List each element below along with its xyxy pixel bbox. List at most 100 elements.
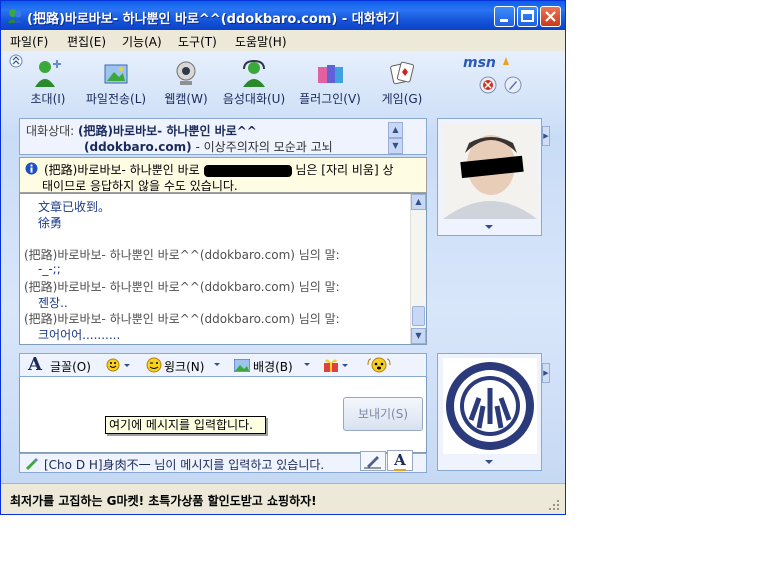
toolbar-label: 웹캠(W): [164, 92, 208, 106]
input-tooltip: 여기에 메시지를 입력합니다.: [105, 416, 266, 434]
contact-name: (把路)바로바보- 하나뿐인 바로^^: [78, 124, 257, 138]
toolbar-label: 파일전송(L): [85, 92, 147, 106]
format-toolbar: A 글꼴(O) 윙크(N) 배경(B): [19, 353, 427, 377]
scroll-thumb[interactable]: [412, 306, 425, 326]
redaction-scribble: [203, 164, 292, 177]
sender-line: (把路)바로바보- 하나뿐인 바로^^(ddokbaro.com) 님의 말:: [24, 280, 340, 294]
toolbar-voice-chat[interactable]: 음성대화(U): [219, 59, 289, 107]
conversation-header: 대화상대: (把路)바로바보- 하나뿐인 바로^^ (ddokbaro.com)…: [19, 118, 427, 155]
font-button[interactable]: 글꼴(O): [50, 358, 91, 375]
contact-status: - 이상주의자의 모순과 고뇌: [195, 140, 333, 154]
block-icon[interactable]: [479, 76, 497, 94]
my-picture-frame: [437, 353, 542, 471]
picture-menu-arrow-icon[interactable]: [484, 223, 494, 231]
contact-display-picture[interactable]: [443, 123, 537, 219]
message-line: 크어어어..........: [38, 328, 121, 342]
menu-actions[interactable]: 기능(A): [122, 33, 162, 50]
close-icon: [545, 11, 556, 22]
header-scroll-down-button[interactable]: ▼: [388, 138, 403, 154]
type-tab-icon: A: [394, 451, 406, 471]
status-bar: 최저가를 고집하는 G마켓! 초특가상품 할인도받고 쇼핑하자!: [1, 483, 565, 514]
message-history[interactable]: 文章已收到。 徐勇 (把路)바로바보- 하나뿐인 바로^^(ddokbaro.c…: [19, 193, 427, 345]
away-notice: (把路)바로바보- 하나뿐인 바로 님은 [자리 비움] 상 태이므로 응답하지…: [19, 157, 427, 193]
toolbar-label: 음성대화(U): [222, 92, 286, 106]
voice-chat-icon: [243, 59, 265, 87]
emoticon-icon[interactable]: [106, 358, 132, 372]
type-tab[interactable]: A: [387, 450, 413, 471]
message-input[interactable]: [22, 379, 340, 449]
toolbar-game[interactable]: 게임(G): [367, 59, 437, 107]
conversation-with-line: 대화상대: (把路)바로바보- 하나뿐인 바로^^: [26, 122, 257, 139]
customize-icon[interactable]: [504, 76, 522, 94]
title-bar[interactable]: (把路)바로바보- 하나뿐인 바로^^(ddokbaro.com) - 대화하기: [1, 1, 565, 30]
minimize-button[interactable]: [494, 6, 515, 27]
menu-bar: 파일(F) 편집(E) 기능(A) 도구(T) 도움말(H): [1, 30, 565, 51]
header-scroll-up-button[interactable]: ▲: [388, 122, 403, 138]
maximize-icon: [521, 10, 534, 22]
toolbar-plugin[interactable]: 플러그인(V): [295, 59, 365, 107]
handwriting-tab[interactable]: [360, 451, 386, 471]
message-line: -_-;;: [38, 262, 61, 276]
scroll-down-button[interactable]: ▼: [411, 328, 426, 344]
sender-line: (把路)바로바보- 하나뿐인 바로^^(ddokbaro.com) 님의 말:: [24, 312, 340, 326]
notice-line-2: 태이므로 응답하지 않을 수도 있습니다.: [42, 179, 238, 193]
info-icon: [25, 162, 38, 175]
sender-line: (把路)바로바보- 하나뿐인 바로^^(ddokbaro.com) 님의 말:: [24, 248, 340, 262]
advertisement-link[interactable]: 최저가를 고집하는 G마켓! 초특가상품 할인도받고 쇼핑하자!: [10, 492, 317, 509]
background-button[interactable]: 배경(B): [253, 358, 293, 375]
menu-help[interactable]: 도움말(H): [235, 33, 287, 50]
toolbar-file-transfer[interactable]: 파일전송(L): [81, 59, 151, 107]
handwriting-icon: [364, 456, 381, 469]
toolbar-webcam[interactable]: 웹캠(W): [151, 59, 221, 107]
scroll-up-button[interactable]: ▲: [411, 194, 426, 210]
file-transfer-icon: [104, 64, 128, 84]
background-menu-arrow-icon[interactable]: [303, 362, 311, 368]
conversation-label: 대화상대:: [26, 124, 75, 138]
message-line: 文章已收到。: [38, 200, 111, 214]
toolbar-label: 초대(I): [30, 92, 66, 106]
contact-picture-frame: [437, 118, 542, 236]
notice-line-1: (把路)바로바보- 하나뿐인 바로 님은 [자리 비움] 상: [44, 161, 393, 178]
message-line: 徐勇: [38, 216, 63, 230]
invite-icon: [35, 60, 61, 87]
typing-pencil-icon: [26, 458, 38, 470]
typing-status-text: [Cho D H]身肉不一 님이 메시지를 입력하고 있습니다.: [44, 458, 325, 472]
msn-buddy-icon: [8, 9, 22, 23]
nudge-icon[interactable]: [366, 357, 392, 373]
window-title: (把路)바로바보- 하나뿐인 바로^^(ddokbaro.com) - 대화하기: [27, 12, 400, 27]
typing-status-bar: [Cho D H]身肉不一 님이 메시지를 입력하고 있습니다. A: [19, 450, 427, 473]
font-icon[interactable]: A: [28, 354, 42, 375]
menu-file[interactable]: 파일(F): [10, 33, 48, 50]
message-line: 젠장..: [38, 296, 68, 310]
notice-status-text: 님은 [자리 비움] 상: [295, 163, 394, 177]
background-icon: [234, 359, 250, 372]
resize-grip-icon[interactable]: [547, 498, 561, 512]
maximize-button[interactable]: [517, 6, 538, 27]
game-icon: [390, 61, 415, 85]
toolbar-invite[interactable]: 초대(I): [13, 59, 83, 107]
history-scrollbar[interactable]: ▲ ▼: [410, 194, 426, 344]
msn-logo: msn: [463, 55, 511, 71]
msn-butterfly-icon: [502, 57, 509, 65]
chat-window: (把路)바로바보- 하나뿐인 바로^^(ddokbaro.com) - 대화하기…: [0, 0, 566, 515]
contact-email: (ddokbaro.com): [84, 140, 192, 154]
toolbar-label: 플러그인(V): [299, 92, 361, 106]
send-button[interactable]: 보내기(S): [343, 397, 423, 431]
menu-tools[interactable]: 도구(T): [178, 33, 217, 50]
webcam-icon: [176, 61, 196, 85]
wink-button[interactable]: 윙크(N): [164, 358, 204, 375]
msn-logo-text: msn: [463, 55, 496, 71]
wink-menu-arrow-icon[interactable]: [213, 362, 221, 368]
my-picture-menu-arrow-icon[interactable]: [484, 458, 494, 466]
toolbar-label: 게임(G): [381, 92, 423, 106]
minimize-icon: [500, 19, 508, 22]
my-display-picture[interactable]: [443, 358, 537, 454]
wink-icon: [146, 357, 162, 373]
menu-edit[interactable]: 편집(E): [67, 33, 106, 50]
collapse-my-picture-button[interactable]: ▶: [542, 363, 550, 383]
notice-contact-name: (把路)바로바보- 하나뿐인 바로: [44, 163, 200, 177]
plugin-icon: [318, 65, 343, 83]
gift-icon[interactable]: [322, 357, 350, 373]
close-button[interactable]: [540, 6, 561, 27]
collapse-pictures-button[interactable]: ▶: [542, 126, 550, 146]
